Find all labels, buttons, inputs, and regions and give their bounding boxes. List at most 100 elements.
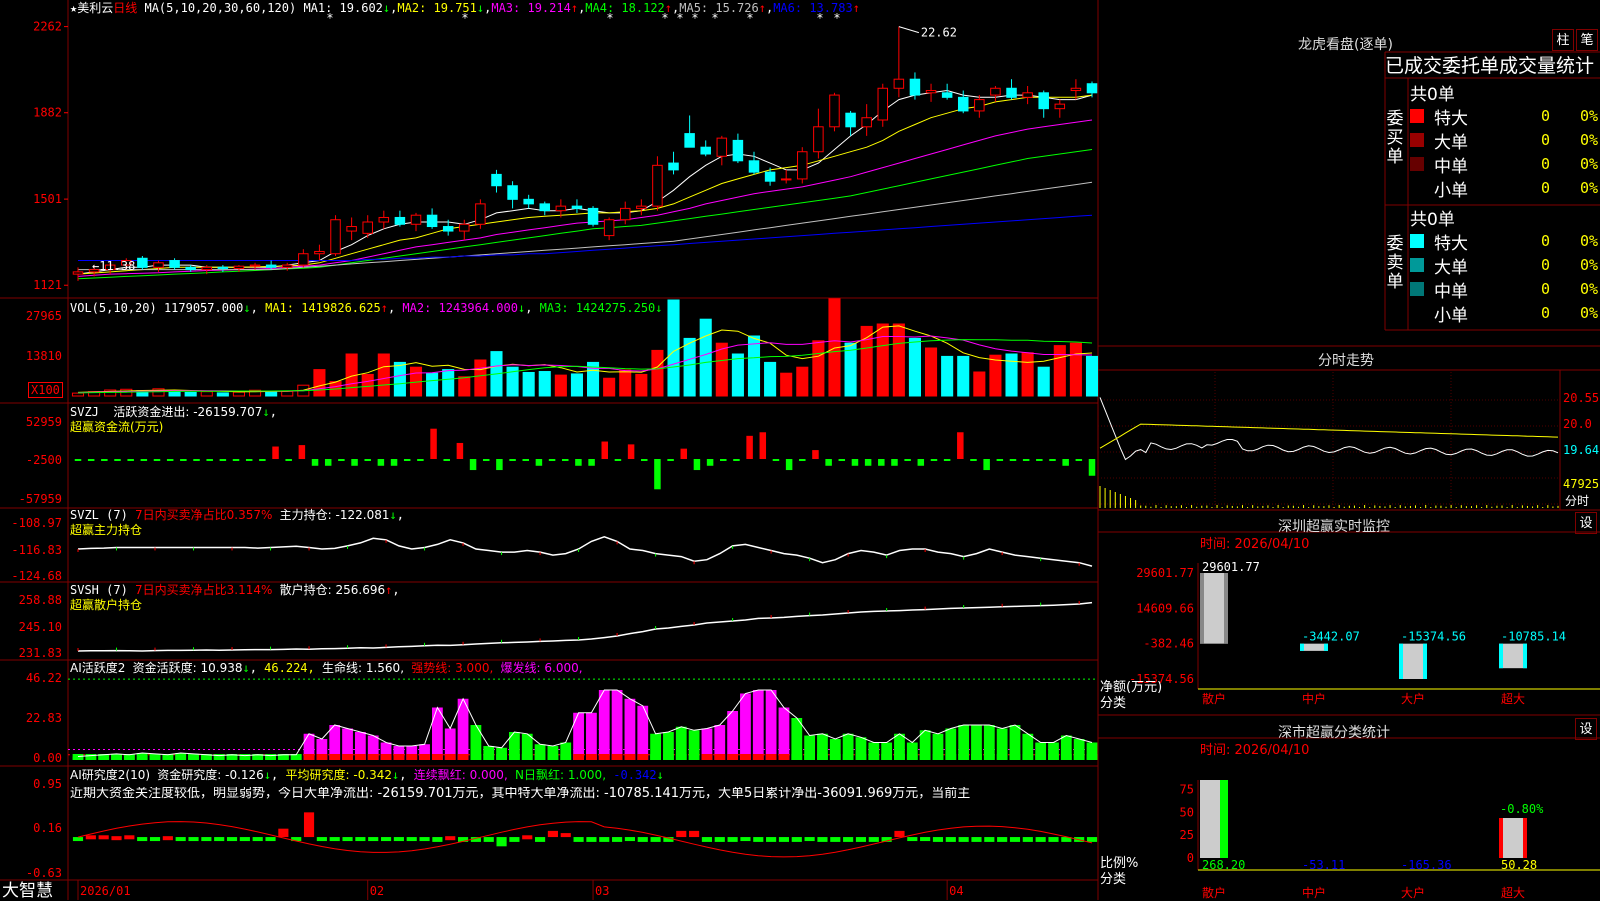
volume-bar bbox=[635, 373, 648, 397]
tick-view-button[interactable]: 笔 bbox=[1576, 29, 1598, 51]
buy-xl-pct: 0% bbox=[1580, 107, 1599, 125]
vol-header: VOL(5,10,20) 1179057.000↓, MA1: 1419826.… bbox=[70, 301, 663, 315]
candle bbox=[652, 156, 663, 211]
fund-flow-bar bbox=[641, 459, 648, 461]
class-ylabel: 比例% bbox=[1100, 856, 1139, 871]
candle bbox=[153, 260, 164, 272]
candle-body bbox=[1054, 103, 1066, 110]
svsh-y-tick: 245.10 bbox=[19, 620, 62, 634]
candle-body bbox=[442, 226, 454, 232]
fund-flow-bar bbox=[1036, 459, 1043, 461]
research-bar bbox=[547, 830, 558, 838]
fund-flow-bar bbox=[627, 444, 635, 459]
svzj-y-tick: -2500 bbox=[26, 453, 62, 467]
svzj-desc: 活跃资金进出: -26159.707 bbox=[113, 405, 263, 419]
candle-body bbox=[845, 112, 856, 128]
research-bar bbox=[753, 837, 764, 842]
date-axis-label: 03 bbox=[595, 884, 609, 898]
high-marker-label: 22.62 bbox=[921, 26, 957, 40]
stock-name[interactable]: ★美利云 bbox=[70, 1, 113, 15]
vol-ma2: MA2: 1243964.000 bbox=[402, 301, 518, 315]
candle-body bbox=[829, 94, 840, 128]
volume-bar bbox=[1085, 355, 1099, 397]
monitor-bar-3 bbox=[1499, 643, 1527, 669]
research-bar bbox=[432, 837, 443, 842]
activity-base bbox=[329, 754, 341, 760]
ai-life-line: 生命线: 1.560, bbox=[321, 661, 405, 675]
fund-flow-bar bbox=[535, 459, 543, 466]
vol-unit-box[interactable]: X100 bbox=[28, 382, 63, 398]
monitor-bar-edge bbox=[1324, 643, 1328, 651]
activity-base bbox=[675, 754, 687, 760]
activity-bar bbox=[778, 707, 790, 760]
candle-body bbox=[330, 219, 341, 255]
candle-body bbox=[700, 146, 711, 155]
fund-flow-bar bbox=[272, 446, 279, 459]
fund-flow-bar bbox=[285, 459, 292, 461]
period-label[interactable]: 日线 bbox=[113, 1, 137, 15]
order-stats-tabs[interactable]: 已成交委托单成交量统计 bbox=[1385, 55, 1594, 77]
sell-xl-label: 特大 bbox=[1434, 234, 1468, 254]
sell-m-pct: 0% bbox=[1580, 280, 1599, 298]
activity-base bbox=[855, 754, 867, 760]
candle-body bbox=[909, 78, 921, 96]
volume-bar bbox=[393, 361, 406, 397]
candle bbox=[507, 181, 518, 209]
candle-body bbox=[990, 87, 1001, 96]
column-view-button[interactable]: 柱 bbox=[1552, 29, 1574, 51]
monitor-bar-2 bbox=[1399, 643, 1427, 679]
volume-bar bbox=[908, 337, 921, 397]
fund-flow-bar bbox=[720, 459, 727, 461]
fund-flow-bar bbox=[87, 459, 95, 461]
svzl-y-tick: -108.97 bbox=[11, 516, 62, 530]
fund-flow-bar bbox=[417, 459, 424, 461]
activity-base bbox=[1048, 754, 1059, 760]
low-marker-label: ←11.38 bbox=[92, 259, 135, 273]
activity-base bbox=[367, 754, 379, 760]
candle bbox=[909, 72, 921, 100]
ai-active-header: AI活跃度2 资金活跃度: 10.938↓, 46.224, 生命线: 1.56… bbox=[70, 661, 583, 675]
candle bbox=[137, 256, 148, 270]
class-settings-button[interactable]: 设 bbox=[1575, 718, 1597, 740]
class-category-label: 散户 bbox=[1202, 885, 1226, 900]
fund-flow-bar bbox=[706, 459, 714, 466]
ma3-value: MA3: 19.214 bbox=[491, 1, 571, 15]
fund-flow-bar bbox=[746, 435, 753, 459]
candle-body bbox=[732, 139, 744, 162]
candle-body bbox=[668, 162, 679, 171]
activity-base bbox=[1009, 754, 1021, 760]
candle-body bbox=[619, 207, 631, 221]
fund-flow-bar bbox=[351, 459, 358, 466]
candle-body bbox=[925, 90, 937, 94]
research-bar bbox=[162, 836, 173, 841]
research-bar bbox=[445, 836, 456, 841]
activity-base bbox=[496, 754, 507, 760]
candle-body bbox=[652, 164, 663, 207]
ma-params: MA(5,10,20,30,60,120) bbox=[144, 1, 297, 15]
class-y-tick: 0 bbox=[1187, 851, 1194, 865]
volume-ma-line-ma2 bbox=[77, 335, 1093, 394]
chart-canvas[interactable]: 226218821501112122.62←11.38* * * * * * * * * *279… bbox=[0, 0, 1600, 900]
research-bar bbox=[843, 837, 854, 842]
monitor-ylabel: 净额(万元) bbox=[1100, 680, 1163, 695]
candle-body bbox=[716, 137, 728, 157]
brand-logo[interactable]: 大智慧 bbox=[2, 882, 53, 900]
ai-strong-line: 强势线: 3.000, bbox=[411, 661, 494, 675]
research-bar bbox=[766, 837, 777, 842]
activity-bar bbox=[740, 693, 751, 760]
volume-bar bbox=[377, 353, 390, 397]
monitor-settings-button[interactable]: 设 bbox=[1575, 512, 1597, 534]
swatch-buy-l bbox=[1410, 133, 1424, 147]
volume-bar bbox=[699, 318, 712, 397]
candle-body bbox=[459, 223, 470, 232]
research-bar bbox=[868, 837, 879, 842]
intraday-vol: 47925 bbox=[1563, 477, 1600, 491]
sell-l-count: 0 bbox=[1541, 256, 1551, 274]
research-bar bbox=[535, 837, 546, 842]
activity-base bbox=[534, 754, 546, 760]
svsh-y-tick: 258.88 bbox=[19, 593, 62, 607]
research-bar bbox=[419, 837, 430, 842]
activity-base bbox=[1022, 754, 1034, 760]
vol-ma3-arrow: ↓ bbox=[655, 301, 663, 315]
monitor-category-label: 大户 bbox=[1401, 691, 1425, 706]
